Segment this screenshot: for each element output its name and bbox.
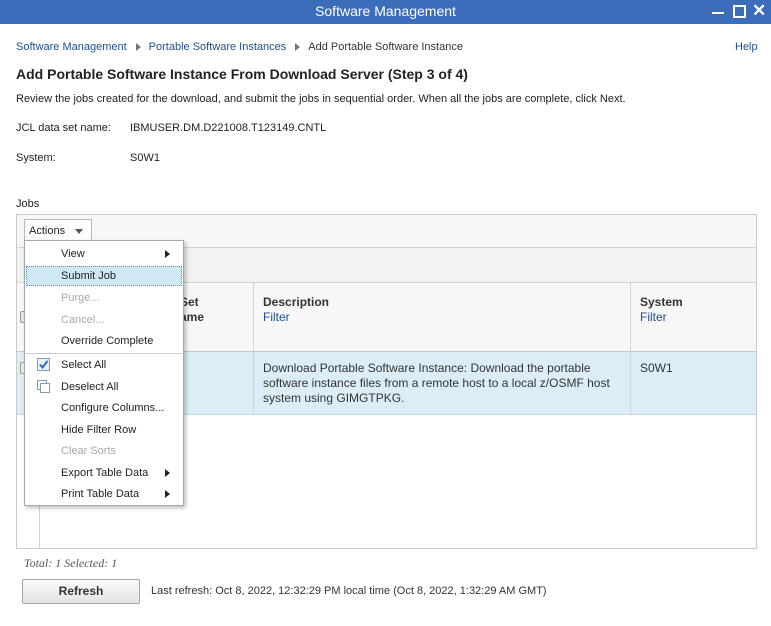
- menu-item-label: Print Table Data: [61, 488, 140, 500]
- minimize-icon: [712, 12, 724, 14]
- column-header-description[interactable]: Description: [263, 295, 329, 309]
- intro-text: Review the jobs created for the download…: [16, 93, 626, 105]
- menu-item-label: Cancel...: [61, 314, 105, 326]
- menu-item-label: Purge...: [61, 292, 100, 304]
- page-title: Add Portable Software Instance From Down…: [16, 66, 468, 82]
- help-link[interactable]: Help: [735, 41, 758, 53]
- menu-item-label: View: [61, 248, 85, 260]
- window-title: Software Management: [315, 3, 456, 19]
- menu-item-label: Submit Job: [61, 270, 117, 282]
- maximize-icon: [733, 5, 746, 18]
- menu-item-label: Deselect All: [61, 381, 119, 393]
- menu-item-cancel: Cancel...: [26, 310, 182, 330]
- last-refresh-text: Last refresh: Oct 8, 2022, 12:32:29 PM l…: [151, 585, 547, 597]
- menu-item-submit-job[interactable]: Submit Job: [26, 266, 182, 286]
- table-summary: Total: 1 Selected: 1: [24, 556, 118, 570]
- menu-item-label: Configure Columns...: [61, 402, 165, 414]
- actions-label: Actions: [29, 225, 66, 237]
- menu-item-print-table-data[interactable]: Print Table Data: [26, 484, 182, 504]
- system-value: S0W1: [130, 152, 160, 164]
- column-divider: [253, 283, 254, 351]
- column-divider: [630, 283, 631, 351]
- select-all-icon: [37, 358, 50, 371]
- submenu-arrow-icon: [165, 490, 170, 498]
- menu-item-purge: Purge...: [26, 288, 182, 308]
- jcl-data-set-label: JCL data set name:: [16, 122, 111, 134]
- menu-divider: [26, 353, 182, 354]
- menu-item-label: Clear Sorts: [61, 445, 117, 457]
- system-filter-link[interactable]: Filter: [640, 310, 667, 324]
- column-divider: [253, 352, 254, 414]
- jobs-section-label: Jobs: [16, 198, 40, 210]
- menu-item-clear-sorts: Clear Sorts: [26, 441, 182, 461]
- actions-menu: View Submit Job Purge... Cancel... Overr…: [24, 240, 184, 506]
- submenu-arrow-icon: [165, 250, 170, 258]
- deselect-all-icon: [37, 380, 50, 393]
- breadcrumb-current: Add Portable Software Instance: [308, 41, 463, 53]
- description-filter-link[interactable]: Filter: [263, 310, 290, 324]
- breadcrumb-portable-software-instances[interactable]: Portable Software Instances: [149, 41, 287, 53]
- system-label: System:: [16, 152, 56, 164]
- menu-item-override-complete[interactable]: Override Complete: [26, 331, 182, 351]
- chevron-down-icon: [75, 229, 83, 234]
- submenu-arrow-icon: [165, 469, 170, 477]
- close-icon: ✕: [752, 1, 767, 20]
- refresh-button[interactable]: Refresh: [22, 579, 140, 604]
- maximize-button[interactable]: [732, 2, 746, 20]
- menu-item-label: Select All: [61, 359, 107, 371]
- jcl-data-set-value: IBMUSER.DM.D221008.T123149.CNTL: [130, 122, 327, 134]
- job-system-cell: S0W1: [640, 361, 673, 375]
- menu-item-configure-columns[interactable]: Configure Columns...: [26, 398, 182, 418]
- menu-item-label: Override Complete: [61, 335, 154, 347]
- job-description-cell: Download Portable Software Instance: Dow…: [263, 361, 610, 405]
- breadcrumb-separator-icon: [135, 43, 141, 52]
- window-titlebar: Software Management ✕: [0, 0, 771, 24]
- menu-item-label: Hide Filter Row: [61, 424, 137, 436]
- menu-item-select-all[interactable]: Select All: [26, 355, 182, 375]
- column-header-system[interactable]: System: [640, 295, 683, 309]
- menu-item-label: Export Table Data: [61, 467, 149, 479]
- breadcrumb-software-management[interactable]: Software Management: [16, 41, 127, 53]
- minimize-button[interactable]: [711, 2, 725, 20]
- breadcrumb-separator-icon: [295, 43, 301, 52]
- menu-item-hide-filter-row[interactable]: Hide Filter Row: [26, 420, 182, 440]
- close-button[interactable]: ✕: [752, 2, 766, 20]
- breadcrumb: Software Management Portable Software Ins…: [16, 41, 463, 53]
- menu-item-view[interactable]: View: [26, 244, 182, 264]
- menu-item-export-table-data[interactable]: Export Table Data: [26, 463, 182, 483]
- menu-item-deselect-all[interactable]: Deselect All: [26, 377, 182, 397]
